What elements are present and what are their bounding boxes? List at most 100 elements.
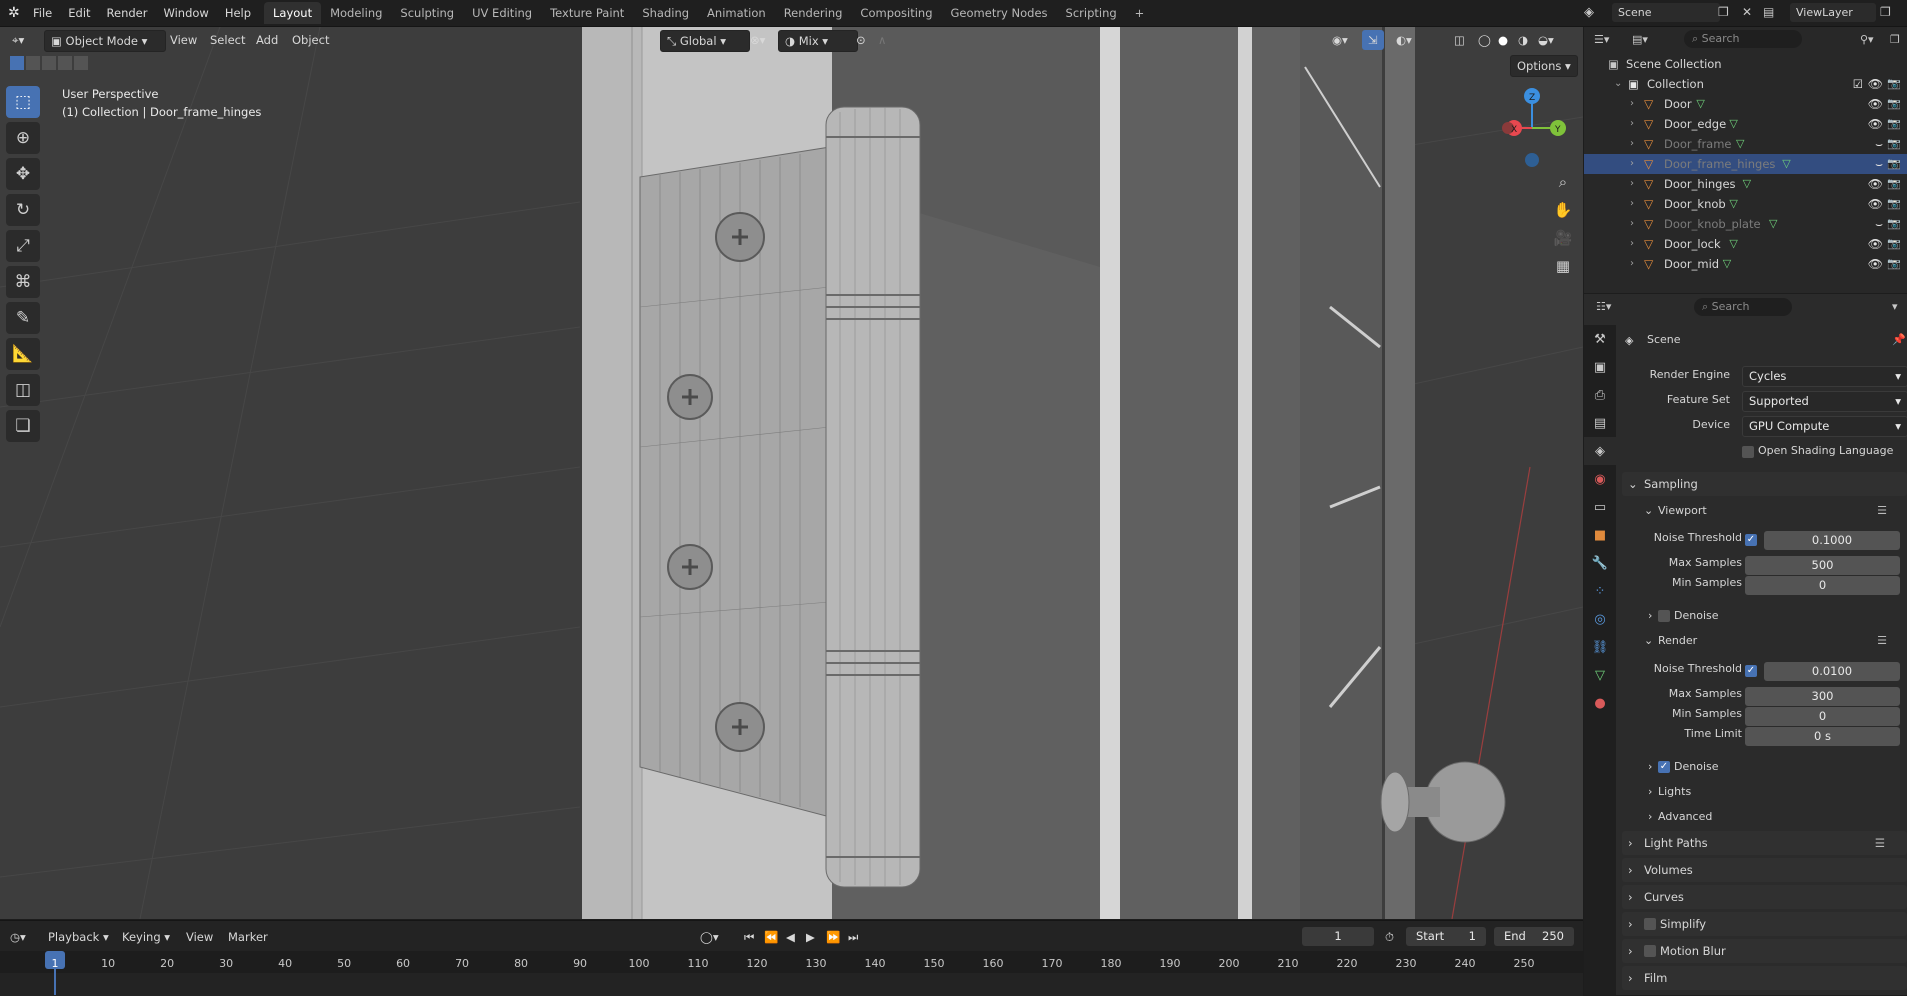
new-view-layer-icon[interactable]: ❐ bbox=[1880, 5, 1891, 19]
material-tab-icon[interactable]: ● bbox=[1584, 689, 1616, 717]
timeline-type-icon[interactable]: ◷▾ bbox=[10, 927, 26, 947]
mesh-data-icon[interactable]: ▽ bbox=[1723, 254, 1731, 274]
scene-selector[interactable]: Scene bbox=[1612, 3, 1720, 22]
editor-type-icon[interactable]: ⌖▾ bbox=[6, 30, 30, 50]
xray-icon[interactable]: ◫ bbox=[1448, 30, 1471, 50]
modifier-tab-icon[interactable]: 🔧 bbox=[1584, 549, 1616, 577]
eye-icon[interactable]: 👁 bbox=[1868, 234, 1883, 254]
scene-collection-row[interactable]: ▣ Scene Collection bbox=[1584, 54, 1907, 74]
mesh-data-icon[interactable]: ▽ bbox=[1736, 134, 1744, 154]
mode-selector[interactable]: ▣ Object Mode ▾ bbox=[44, 30, 166, 52]
tab-animation[interactable]: Animation bbox=[698, 2, 775, 24]
mesh-data-icon[interactable]: ▽ bbox=[1729, 194, 1737, 214]
r-denoise-subpanel-header[interactable]: › ✓ Denoise bbox=[1636, 756, 1907, 778]
render-tab-icon[interactable]: ▣ bbox=[1584, 353, 1616, 381]
eye-closed-icon[interactable]: ⌣ bbox=[1875, 134, 1883, 154]
tab-sculpting[interactable]: Sculpting bbox=[391, 2, 463, 24]
visibility-icon[interactable]: ◉▾ bbox=[1326, 30, 1354, 50]
menu-help[interactable]: Help bbox=[217, 0, 259, 26]
eye-icon[interactable]: 👁 bbox=[1868, 174, 1883, 194]
r-max-samples-field[interactable]: 300 bbox=[1745, 687, 1900, 706]
list-icon[interactable]: ☰ bbox=[1877, 500, 1887, 522]
tab-layout[interactable]: Layout bbox=[264, 2, 322, 24]
chevron-right-icon[interactable]: › bbox=[1630, 194, 1640, 214]
outliner-object-row[interactable]: › ▽ Door_frame ⌣ 📷 ▽ bbox=[1584, 134, 1907, 154]
tab-scripting[interactable]: Scripting bbox=[1057, 2, 1126, 24]
mesh-data-icon[interactable]: ▽ bbox=[1729, 234, 1737, 254]
options-dropdown[interactable]: Options ▾ bbox=[1510, 55, 1578, 77]
simplify-panel-header[interactable]: › Simplify bbox=[1622, 912, 1907, 936]
snap-selector[interactable]: ◑ Mix ▾ bbox=[778, 30, 858, 52]
menu-keying[interactable]: Keying ▾ bbox=[122, 927, 170, 947]
chevron-right-icon[interactable]: › bbox=[1630, 134, 1640, 154]
camera-icon[interactable]: 📷 bbox=[1887, 194, 1901, 214]
list-icon[interactable]: ☰ bbox=[1877, 630, 1887, 652]
mesh-data-icon[interactable]: ▽ bbox=[1782, 154, 1790, 174]
collection-row[interactable]: ⌄ ▣ Collection ☑ 👁 📷 bbox=[1584, 74, 1907, 94]
device-dropdown[interactable]: GPU Compute ▾ bbox=[1742, 416, 1907, 437]
transform-tool-icon[interactable]: ⌘ bbox=[6, 266, 40, 298]
tab-geometry-nodes[interactable]: Geometry Nodes bbox=[942, 2, 1057, 24]
transform-orientation-selector[interactable]: ⤡ Global ▾ bbox=[660, 30, 750, 52]
collection-tab-icon[interactable]: ▭ bbox=[1584, 493, 1616, 521]
chevron-right-icon[interactable]: › bbox=[1630, 174, 1640, 194]
select-extend-icon[interactable] bbox=[26, 56, 40, 70]
motion-blur-checkbox[interactable] bbox=[1644, 945, 1656, 957]
scene-tab-icon[interactable]: ◈ bbox=[1584, 437, 1616, 465]
vp-min-samples-field[interactable]: 0 bbox=[1745, 576, 1900, 595]
outliner-search-input[interactable]: ⌕ Search bbox=[1684, 30, 1802, 48]
outliner-type-icon[interactable]: ☰▾ bbox=[1594, 33, 1609, 46]
new-scene-icon[interactable]: ❐ bbox=[1718, 5, 1729, 19]
properties-search-input[interactable]: ⌕ Search bbox=[1694, 298, 1792, 316]
select-intersect-icon[interactable] bbox=[74, 56, 88, 70]
jump-start-icon[interactable]: ⏮ bbox=[744, 927, 754, 947]
navigation-gizmo[interactable]: Z Y X bbox=[1490, 82, 1570, 172]
select-invert-icon[interactable] bbox=[58, 56, 72, 70]
camera-icon[interactable]: 📷 bbox=[1887, 94, 1901, 114]
outliner-object-row[interactable]: › ▽ Door_edge 👁 📷 ▽ bbox=[1584, 114, 1907, 134]
camera-view-icon[interactable]: 🎥 bbox=[1549, 224, 1577, 252]
eye-icon[interactable]: 👁 bbox=[1868, 254, 1883, 274]
outliner-object-row[interactable]: › ▽ Door 👁 📷 ▽ bbox=[1584, 94, 1907, 114]
r-noise-threshold-checkbox[interactable]: ✓ bbox=[1745, 665, 1757, 677]
render-subpanel-header[interactable]: ⌄ Render ☰ bbox=[1636, 630, 1907, 652]
view-layer-tab-icon[interactable]: ▤ bbox=[1584, 409, 1616, 437]
world-tab-icon[interactable]: ◉ bbox=[1584, 465, 1616, 493]
feature-set-dropdown[interactable]: Supported ▾ bbox=[1742, 391, 1907, 412]
outliner-object-row[interactable]: › ▽ Door_mid 👁 📷 ▽ bbox=[1584, 254, 1907, 274]
scale-tool-icon[interactable]: ⤢ bbox=[6, 230, 40, 262]
menu-render[interactable]: Render bbox=[99, 0, 156, 26]
vp-noise-threshold-field[interactable]: 0.1000 bbox=[1764, 531, 1900, 550]
3d-viewport[interactable] bbox=[0, 27, 1583, 919]
add-workspace-button[interactable]: + bbox=[1126, 2, 1154, 24]
tab-shading[interactable]: Shading bbox=[633, 2, 698, 24]
add-object-tool-icon[interactable]: ❏ bbox=[6, 410, 40, 442]
add-cube-tool-icon[interactable]: ◫ bbox=[6, 374, 40, 406]
eye-icon[interactable]: 👁 bbox=[1868, 194, 1883, 214]
menu-edit[interactable]: Edit bbox=[60, 0, 98, 26]
select-box-tool-icon[interactable]: ⬚ bbox=[6, 86, 40, 118]
curves-panel-header[interactable]: › Curves bbox=[1622, 885, 1907, 909]
tab-texture-paint[interactable]: Texture Paint bbox=[541, 2, 633, 24]
menu-select[interactable]: Select bbox=[204, 30, 251, 50]
play-icon[interactable]: ▶ bbox=[806, 927, 815, 947]
camera-icon[interactable]: 📷 bbox=[1887, 74, 1901, 94]
measure-tool-icon[interactable]: 📐 bbox=[6, 338, 40, 370]
new-collection-icon[interactable]: ❐ bbox=[1890, 33, 1900, 46]
scene-icon[interactable]: ◈ bbox=[1584, 5, 1594, 20]
mesh-data-icon[interactable]: ▽ bbox=[1743, 174, 1751, 194]
menu-timeline-view[interactable]: View bbox=[186, 927, 213, 947]
list-icon[interactable]: ☰ bbox=[1875, 831, 1885, 855]
start-frame-field[interactable]: Start 1 bbox=[1406, 927, 1486, 946]
tab-modeling[interactable]: Modeling bbox=[321, 2, 391, 24]
play-reverse-icon[interactable]: ◀ bbox=[786, 927, 795, 947]
camera-icon[interactable]: 📷 bbox=[1887, 174, 1901, 194]
rotate-tool-icon[interactable]: ↻ bbox=[6, 194, 40, 226]
current-frame-field[interactable]: 1 bbox=[1302, 927, 1374, 946]
cursor-tool-icon[interactable]: ⊕ bbox=[6, 122, 40, 154]
view-layer-selector[interactable]: ViewLayer bbox=[1790, 3, 1876, 22]
outliner-object-row[interactable]: › ▽ Door_lock 👁 📷 ▽ bbox=[1584, 234, 1907, 254]
physics-tab-icon[interactable]: ◎ bbox=[1584, 605, 1616, 633]
constraints-tab-icon[interactable]: ⛓ bbox=[1584, 633, 1616, 661]
camera-icon[interactable]: 📷 bbox=[1887, 254, 1901, 274]
